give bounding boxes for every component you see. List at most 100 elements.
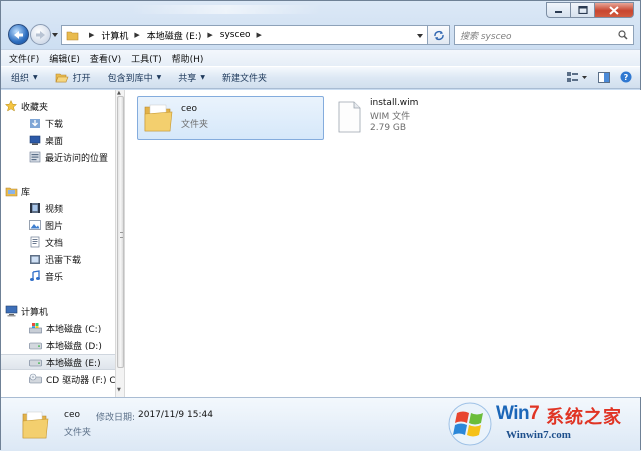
file-list[interactable]: ceo 文件夹 install.wim WIM 文件 2.79 GB bbox=[126, 90, 641, 397]
file-item-ceo[interactable]: ceo 文件夹 bbox=[137, 96, 324, 140]
nav-item-recent-places[interactable]: 最近访问的位置 bbox=[1, 149, 115, 165]
scroll-down-icon[interactable]: ▼ bbox=[117, 387, 121, 393]
nav-item-drive-e[interactable]: 本地磁盘 (E:) bbox=[1, 354, 115, 370]
nav-item-thunder-downloads[interactable]: 迅雷下载 bbox=[1, 251, 115, 267]
maximize-button[interactable] bbox=[570, 2, 594, 18]
menu-file[interactable]: 文件(F) bbox=[9, 52, 39, 65]
music-icon bbox=[29, 270, 41, 282]
change-view-button[interactable] bbox=[566, 71, 588, 86]
recent-places-icon bbox=[29, 151, 41, 163]
picture-icon bbox=[29, 219, 41, 231]
forward-button[interactable] bbox=[30, 24, 51, 45]
scrollbar-thumb[interactable] bbox=[117, 96, 124, 368]
folder-icon bbox=[66, 31, 79, 40]
nav-computer[interactable]: 计算机 bbox=[1, 303, 115, 319]
file-icon bbox=[336, 100, 362, 137]
star-icon bbox=[1, 100, 21, 112]
nav-item-drive-c[interactable]: 本地磁盘 (C:) bbox=[1, 320, 115, 336]
menu-tools[interactable]: 工具(T) bbox=[131, 52, 162, 65]
organize-button[interactable]: 组织 ▼ bbox=[11, 71, 38, 84]
breadcrumb-separator-icon[interactable]: ▶ bbox=[89, 31, 94, 39]
open-button[interactable]: 打开 bbox=[55, 71, 91, 84]
share-label: 共享 bbox=[178, 74, 197, 84]
computer-icon bbox=[1, 305, 21, 317]
nav-favorites[interactable]: 收藏夹 bbox=[1, 98, 115, 114]
include-in-library-button[interactable]: 包含到库中 ▼ bbox=[108, 71, 162, 84]
view-tiles-icon bbox=[567, 72, 587, 82]
nav-libraries[interactable]: 库 bbox=[1, 183, 115, 199]
chevron-down-icon: ▼ bbox=[200, 74, 205, 81]
desktop-icon bbox=[29, 134, 41, 146]
nav-computer-label: 计算机 bbox=[21, 307, 49, 318]
menu-edit[interactable]: 编辑(E) bbox=[49, 52, 80, 65]
command-bar: 组织 ▼ 打开 包含到库中 ▼ 共享 ▼ 新建文件夹 ? bbox=[1, 66, 640, 89]
chevron-down-icon bbox=[52, 33, 58, 37]
nav-item-label: 视频 bbox=[45, 204, 64, 215]
nav-item-desktop[interactable]: 桌面 bbox=[1, 132, 115, 148]
address-dropdown-button[interactable] bbox=[417, 32, 423, 42]
navigation-pane[interactable]: 收藏夹 下载 桌面 最近访问的位置 库 视频 图片 文档 迅雷下载 音乐 计算机… bbox=[1, 90, 115, 397]
nav-item-label: CD 驱动器 (F:) C bbox=[46, 375, 115, 386]
folder-icon bbox=[143, 101, 173, 136]
recent-pages-button[interactable] bbox=[52, 31, 58, 41]
file-item-install-wim[interactable]: install.wim WIM 文件 2.79 GB bbox=[333, 96, 513, 140]
nav-item-music[interactable]: 音乐 bbox=[1, 268, 115, 284]
open-label: 打开 bbox=[72, 74, 91, 84]
nav-item-videos[interactable]: 视频 bbox=[1, 200, 115, 216]
details-name: ceo bbox=[64, 410, 80, 420]
breadcrumb-separator-icon[interactable]: ▶ bbox=[257, 31, 262, 39]
system-drive-icon bbox=[29, 322, 42, 334]
folder-icon bbox=[21, 408, 49, 443]
minimize-button[interactable] bbox=[546, 2, 570, 18]
chevron-down-icon bbox=[417, 34, 423, 38]
minimize-icon bbox=[555, 11, 562, 13]
preview-pane-button[interactable] bbox=[598, 71, 610, 86]
menu-bar: 文件(F) 编辑(E) 查看(V) 工具(T) 帮助(H) bbox=[1, 49, 640, 66]
arrow-left-icon bbox=[14, 30, 23, 39]
title-bar[interactable] bbox=[1, 1, 640, 21]
nav-item-label: 下载 bbox=[45, 119, 64, 130]
nav-item-label: 文档 bbox=[45, 238, 64, 249]
breadcrumb: ▶ 计算机 ▶ 本地磁盘 (E:) ▶ sysceo ▶ bbox=[83, 29, 269, 42]
downloads-icon bbox=[29, 117, 41, 129]
search-box[interactable]: 搜索 sysceo bbox=[454, 25, 634, 45]
watermark-brand-seven: 7 bbox=[529, 403, 540, 424]
video-icon bbox=[29, 202, 41, 214]
main-area: 收藏夹 下载 桌面 最近访问的位置 库 视频 图片 文档 迅雷下载 音乐 计算机… bbox=[1, 90, 641, 397]
nav-pane-scrollbar[interactable]: ▲ ▼ bbox=[115, 90, 125, 397]
new-folder-button[interactable]: 新建文件夹 bbox=[222, 71, 267, 84]
file-size: 2.79 GB bbox=[370, 123, 407, 133]
details-type: 文件夹 bbox=[64, 428, 92, 438]
breadcrumb-separator-icon[interactable]: ▶ bbox=[207, 31, 212, 39]
nav-item-label: 本地磁盘 (D:) bbox=[46, 341, 102, 352]
nav-item-cd-drive[interactable]: CD 驱动器 (F:) C bbox=[1, 371, 115, 387]
breadcrumb-drive-e[interactable]: 本地磁盘 (E:) bbox=[147, 29, 202, 42]
menu-view[interactable]: 查看(V) bbox=[90, 52, 121, 65]
nav-item-label: 最近访问的位置 bbox=[45, 153, 109, 164]
nav-item-pictures[interactable]: 图片 bbox=[1, 217, 115, 233]
breadcrumb-computer[interactable]: 计算机 bbox=[101, 29, 128, 42]
search-icon[interactable] bbox=[618, 30, 628, 43]
nav-item-downloads[interactable]: 下载 bbox=[1, 115, 115, 131]
refresh-button[interactable] bbox=[428, 25, 450, 45]
address-bar[interactable]: ▶ 计算机 ▶ 本地磁盘 (E:) ▶ sysceo ▶ bbox=[61, 25, 428, 45]
organize-label: 组织 bbox=[11, 74, 30, 84]
chevron-down-icon: ▼ bbox=[33, 74, 38, 81]
nav-item-drive-d[interactable]: 本地磁盘 (D:) bbox=[1, 337, 115, 353]
help-button[interactable]: ? bbox=[620, 71, 632, 86]
share-button[interactable]: 共享 ▼ bbox=[178, 71, 205, 84]
breadcrumb-sysceo[interactable]: sysceo bbox=[220, 30, 251, 40]
menu-help[interactable]: 帮助(H) bbox=[172, 52, 204, 65]
nav-item-label: 迅雷下载 bbox=[45, 255, 82, 266]
breadcrumb-separator-icon[interactable]: ▶ bbox=[134, 31, 139, 39]
document-icon bbox=[29, 236, 41, 248]
drive-icon bbox=[29, 339, 42, 351]
nav-item-label: 桌面 bbox=[45, 136, 64, 147]
file-type: 文件夹 bbox=[181, 120, 209, 130]
back-button[interactable] bbox=[8, 24, 29, 45]
nav-item-documents[interactable]: 文档 bbox=[1, 234, 115, 250]
file-type: WIM 文件 bbox=[370, 112, 411, 122]
refresh-icon bbox=[433, 30, 444, 40]
close-button[interactable] bbox=[594, 2, 634, 18]
title-blur bbox=[131, 5, 321, 14]
